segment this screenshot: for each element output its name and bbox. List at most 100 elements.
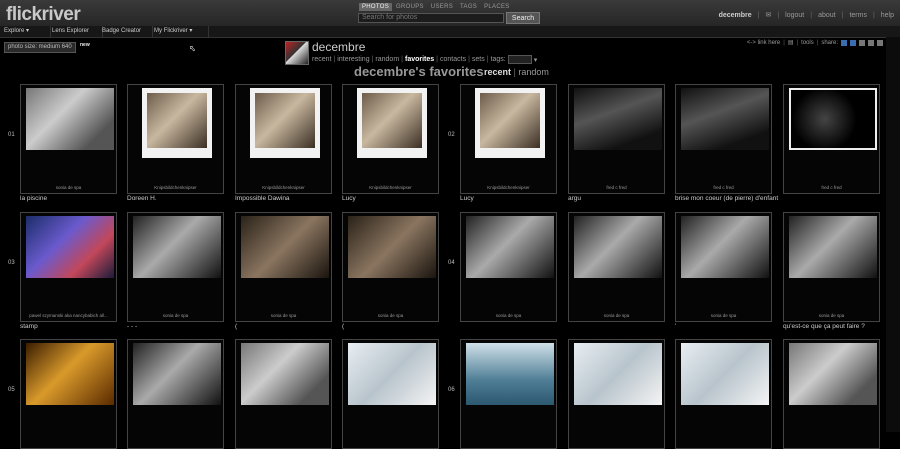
sort-recent[interactable]: recent (484, 67, 511, 77)
photo-thumbnail[interactable] (347, 343, 436, 405)
photo-credit[interactable]: sonia de spa (128, 313, 223, 318)
nav-favorites[interactable]: favorites (405, 56, 434, 63)
photo-credit[interactable]: Knipsbildchenknipser (343, 185, 438, 190)
photo-thumbnail[interactable] (465, 343, 554, 405)
nav-recent[interactable]: recent (312, 56, 331, 63)
logout-link[interactable]: logout (785, 12, 804, 19)
photo-thumbnail[interactable] (680, 88, 769, 150)
avatar[interactable] (285, 41, 309, 65)
photo-tile[interactable]: sonia de spa (460, 212, 557, 322)
photo-tile[interactable]: sonia de spa (568, 212, 665, 322)
photo-thumbnail[interactable] (573, 343, 662, 405)
photo-thumbnail[interactable] (680, 216, 769, 278)
photo-credit[interactable]: sonia de spa (236, 313, 331, 318)
photo-credit[interactable]: fred c fred (784, 185, 879, 190)
photo-thumbnail[interactable] (25, 343, 114, 405)
scope-tab-groups[interactable]: GROUPS (393, 3, 427, 11)
photo-tile[interactable] (675, 339, 772, 449)
photo-caption[interactable]: la piscine (20, 195, 47, 202)
photo-thumbnail[interactable] (788, 88, 877, 150)
tools-link[interactable]: tools (801, 40, 814, 46)
mail-icon[interactable]: ✉ (765, 11, 771, 19)
scope-tab-tags[interactable]: TAGS (457, 3, 480, 11)
photo-caption[interactable]: Lucy (460, 195, 474, 202)
photo-credit[interactable]: fred c fred (569, 185, 664, 190)
photo-thumbnail[interactable] (788, 343, 877, 405)
photo-tile[interactable] (235, 339, 332, 449)
search-input[interactable]: Search for photos (358, 13, 504, 23)
profile-name[interactable]: decembre (312, 40, 365, 54)
photo-caption[interactable]: ( (342, 323, 344, 330)
photo-thumbnail[interactable] (25, 88, 114, 150)
photo-thumbnail[interactable] (573, 216, 662, 278)
photo-tile[interactable]: fred c fred (568, 84, 665, 194)
search-button[interactable]: Search (506, 12, 540, 24)
scope-tab-places[interactable]: PLACES (481, 3, 512, 11)
photo-tile[interactable]: Knipsbildchenknipser (460, 84, 557, 194)
photo-tile[interactable]: sonia de spa (342, 212, 439, 322)
photo-caption[interactable]: argu (568, 195, 581, 202)
scope-tab-photos[interactable]: PHOTOS (359, 3, 393, 11)
photo-tile[interactable]: sonia de spa (235, 212, 332, 322)
photo-tile[interactable] (568, 339, 665, 449)
photo-thumbnail[interactable] (465, 216, 554, 278)
nav-random[interactable]: random (375, 56, 399, 63)
photo-caption[interactable]: Impossible Dawina (235, 195, 290, 202)
photo-credit[interactable]: Knipsbildchenknipser (128, 185, 223, 190)
photo-tile[interactable]: Knipsbildchenknipser (235, 84, 332, 194)
terms-link[interactable]: terms (849, 12, 867, 19)
about-link[interactable]: about (818, 12, 836, 19)
username-link[interactable]: decembre (719, 12, 752, 19)
link-here[interactable]: <-> link here (747, 40, 780, 46)
photo-tile[interactable]: sonia de spa (783, 212, 880, 322)
photo-credit[interactable]: pawel szymanski aka nancybabich all... (21, 313, 116, 318)
photo-size-select[interactable]: photo size: medium 640 (4, 42, 76, 53)
photo-credit[interactable]: sonia de spa (21, 185, 116, 190)
photo-thumbnail[interactable] (788, 216, 877, 278)
photo-credit[interactable]: Knipsbildchenknipser (236, 185, 331, 190)
photo-credit[interactable]: sonia de spa (461, 313, 556, 318)
sort-random[interactable]: random (518, 67, 549, 77)
help-link[interactable]: help (881, 12, 894, 19)
photo-thumbnail[interactable] (356, 88, 427, 158)
photo-caption[interactable]: ' (675, 323, 676, 330)
photo-tile[interactable]: sonia de spa (20, 84, 117, 194)
photo-caption[interactable]: Lucy (342, 195, 356, 202)
photo-tile[interactable] (20, 339, 117, 449)
digg-icon[interactable] (868, 39, 874, 46)
nav-sets[interactable]: sets (472, 56, 485, 63)
menu-lens-explorer[interactable]: Lens Explorer (48, 26, 103, 37)
photo-caption[interactable]: qu'est-ce que ça peut faire ? (783, 323, 865, 330)
photo-tile[interactable]: fred c fred (783, 84, 880, 194)
facebook-icon[interactable] (850, 39, 856, 46)
delicious-icon[interactable] (841, 39, 847, 46)
photo-tile[interactable]: Knipsbildchenknipser (127, 84, 224, 194)
photo-thumbnail[interactable] (132, 343, 221, 405)
photo-thumbnail[interactable] (680, 343, 769, 405)
photo-credit[interactable]: sonia de spa (676, 313, 771, 318)
photo-credit[interactable]: sonia de spa (343, 313, 438, 318)
photo-thumbnail[interactable] (132, 216, 221, 278)
photo-tile[interactable]: fred c fred (675, 84, 772, 194)
flickriver-logo[interactable]: flickriver (6, 4, 81, 26)
email-share-icon[interactable] (877, 39, 883, 46)
scrollbar[interactable] (886, 37, 900, 432)
scope-tab-users[interactable]: USERS (428, 3, 456, 11)
photo-credit[interactable]: Knipsbildchenknipser (461, 185, 556, 190)
photo-caption[interactable]: ( (235, 323, 237, 330)
photo-tile[interactable] (127, 339, 224, 449)
menu-explore[interactable]: Explore ▾ (0, 26, 51, 37)
photo-credit[interactable]: fred c fred (676, 185, 771, 190)
photo-thumbnail[interactable] (141, 88, 212, 158)
photo-thumbnail[interactable] (573, 88, 662, 150)
nav-tags[interactable]: tags: (491, 56, 506, 63)
menu-my-flickriver[interactable]: My Flickriver ▾ (150, 26, 209, 37)
photo-thumbnail[interactable] (240, 216, 329, 278)
photo-tile[interactable] (460, 339, 557, 449)
photo-tile[interactable] (783, 339, 880, 449)
photo-caption[interactable]: - - - (127, 323, 137, 330)
photo-caption[interactable]: stamp (20, 323, 38, 330)
tags-select[interactable] (507, 55, 532, 64)
menu-badge-creator[interactable]: Badge Creator (98, 26, 153, 37)
photo-tile[interactable] (342, 339, 439, 449)
